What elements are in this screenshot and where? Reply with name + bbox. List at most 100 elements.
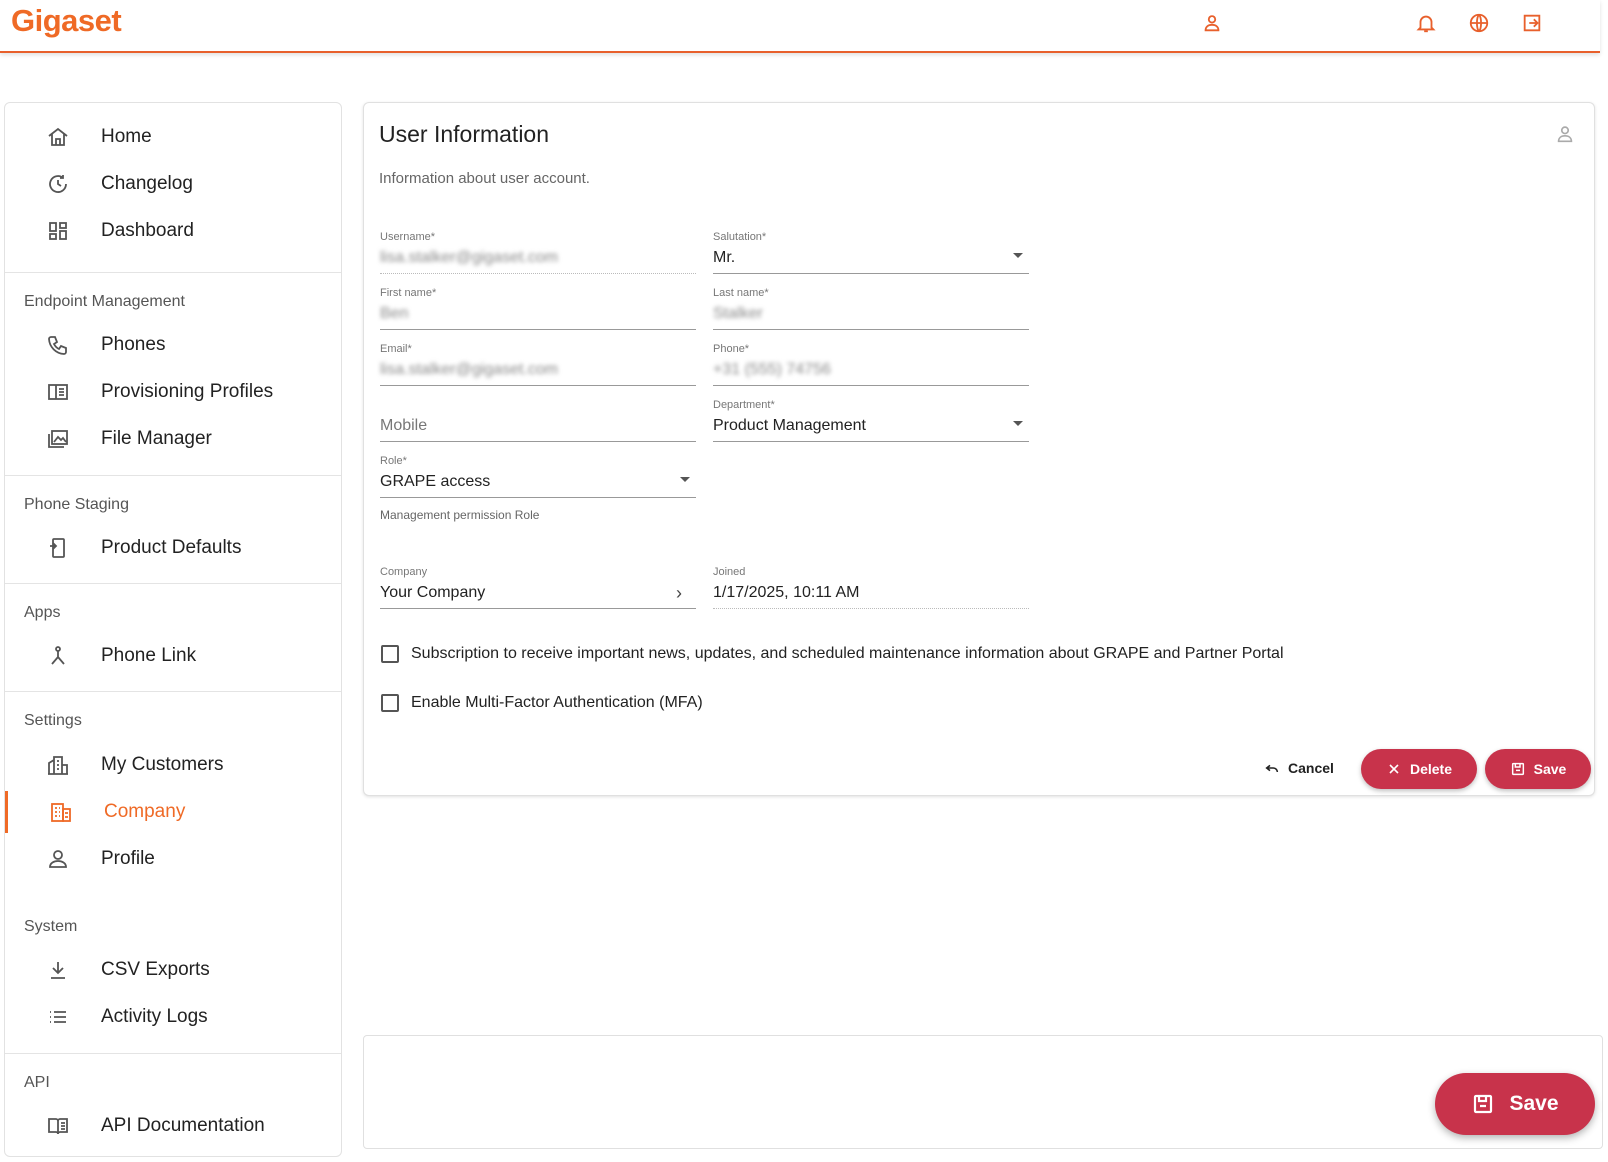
sidebar-divider xyxy=(5,583,341,584)
sidebar-item-label: My Customers xyxy=(101,754,224,775)
field-underline xyxy=(713,385,1029,386)
sidebar-item-label: Home xyxy=(101,126,152,147)
last-name-label: Last name* xyxy=(713,287,769,299)
section-title-phone-staging: Phone Staging xyxy=(24,496,129,513)
first-name-field[interactable]: First name* Ben xyxy=(380,287,696,341)
floating-save-button[interactable]: Save xyxy=(1435,1073,1595,1135)
username-field[interactable]: Username* lisa.stalker@gigaset.com xyxy=(380,231,696,285)
delete-button[interactable]: Delete xyxy=(1361,749,1477,789)
dropdown-caret-icon xyxy=(1013,421,1023,426)
phone-value: +31 (555) 74756 xyxy=(713,361,831,378)
dropdown-caret-icon xyxy=(680,477,690,482)
sidebar-item-home[interactable]: Home xyxy=(5,116,341,158)
sidebar-item-my-customers[interactable]: My Customers xyxy=(5,744,341,786)
sidebar-item-provisioning-profiles[interactable]: Provisioning Profiles xyxy=(5,371,341,413)
mobile-placeholder: Mobile xyxy=(380,417,428,434)
salutation-label: Salutation* xyxy=(713,231,767,243)
sidebar-divider xyxy=(5,475,341,476)
sidebar-item-csv-exports[interactable]: CSV Exports xyxy=(5,949,341,991)
sidebar-item-activity-logs[interactable]: Activity Logs xyxy=(5,996,341,1038)
role-select[interactable]: Role* GRAPE access xyxy=(380,455,696,509)
subscription-label: Subscription to receive important news, … xyxy=(411,645,1284,662)
section-title-system: System xyxy=(24,918,78,935)
sidebar-item-dashboard[interactable]: Dashboard xyxy=(5,210,341,252)
bottom-panel xyxy=(363,1035,1603,1149)
card-title: User Information xyxy=(379,121,550,147)
field-underline xyxy=(380,273,696,274)
sidebar-item-label: Changelog xyxy=(101,173,193,194)
section-title-apps: Apps xyxy=(24,604,61,621)
sidebar-item-company[interactable]: Company xyxy=(5,791,341,833)
logout-icon[interactable] xyxy=(1519,10,1545,36)
save-icon xyxy=(1511,762,1524,776)
user-icon xyxy=(1554,123,1576,145)
field-underline xyxy=(713,329,1029,330)
company-icon xyxy=(48,799,74,825)
sidebar-item-api-documentation[interactable]: API Documentation xyxy=(5,1105,341,1147)
department-select[interactable]: Department* Product Management xyxy=(713,399,1029,453)
sidebar-item-phones[interactable]: Phones xyxy=(5,324,341,366)
username-value: lisa.stalker@gigaset.com xyxy=(380,249,559,266)
save-button[interactable]: Save xyxy=(1485,749,1591,789)
card-subtitle: Information about user account. xyxy=(379,170,590,187)
salutation-value: Mr. xyxy=(713,249,736,266)
sidebar-item-label: Product Defaults xyxy=(101,537,242,558)
chevron-right-icon: › xyxy=(676,583,682,603)
user-information-card: User Information Information about user … xyxy=(363,102,1595,796)
field-underline xyxy=(380,497,696,498)
department-value: Product Management xyxy=(713,417,866,434)
sidebar-item-profile[interactable]: Profile xyxy=(5,838,341,880)
sidebar-item-changelog[interactable]: Changelog xyxy=(5,163,341,205)
sidebar-item-label: Profile xyxy=(101,848,155,869)
undo-icon xyxy=(1265,764,1279,773)
field-underline xyxy=(713,273,1029,274)
floating-save-label: Save xyxy=(1509,1092,1559,1115)
subscription-checkbox-row[interactable]: Subscription to receive important news, … xyxy=(381,645,1284,663)
sidebar-item-label: API Documentation xyxy=(101,1115,265,1136)
list-icon xyxy=(45,1004,71,1030)
email-field[interactable]: Email* lisa.stalker@gigaset.com xyxy=(380,343,696,397)
cancel-button[interactable]: Cancel xyxy=(1264,760,1334,776)
gigaset-logo[interactable]: Gigaset xyxy=(11,3,122,39)
cancel-label: Cancel xyxy=(1288,760,1334,776)
sidebar-item-file-manager[interactable]: File Manager xyxy=(5,418,341,460)
save-icon xyxy=(1474,1094,1493,1114)
sidebar-item-label: Phone Link xyxy=(101,645,197,666)
field-underline xyxy=(380,441,696,442)
bell-icon[interactable] xyxy=(1413,10,1439,36)
buildings-icon xyxy=(45,752,71,778)
sidebar-divider xyxy=(5,272,341,273)
mfa-label: Enable Multi-Factor Authentication (MFA) xyxy=(411,694,703,711)
first-name-label: First name* xyxy=(380,287,437,299)
mfa-checkbox-row[interactable]: Enable Multi-Factor Authentication (MFA) xyxy=(381,694,703,712)
dropdown-caret-icon xyxy=(1013,253,1023,258)
profile-icon xyxy=(45,846,71,872)
close-icon xyxy=(1389,764,1399,774)
home-icon xyxy=(45,124,71,150)
link-icon xyxy=(45,643,71,669)
section-title-endpoint-management: Endpoint Management xyxy=(24,293,185,310)
delete-label: Delete xyxy=(1409,761,1453,777)
book-icon xyxy=(45,1113,71,1139)
user-icon[interactable] xyxy=(1199,10,1225,36)
phone-label: Phone* xyxy=(713,343,750,355)
subscription-checkbox[interactable] xyxy=(381,645,399,663)
sidebar-item-product-defaults[interactable]: Product Defaults xyxy=(5,527,341,569)
section-title-settings: Settings xyxy=(24,712,82,729)
sidebar-item-phone-link[interactable]: Phone Link xyxy=(5,635,341,677)
globe-icon[interactable] xyxy=(1466,10,1492,36)
sidebar-divider xyxy=(5,1053,341,1054)
mfa-checkbox[interactable] xyxy=(381,694,399,712)
last-name-value: Stalker xyxy=(713,305,763,322)
joined-value: 1/17/2025, 10:11 AM xyxy=(713,584,860,601)
salutation-select[interactable]: Salutation* Mr. xyxy=(713,231,1029,285)
sidebar-divider xyxy=(5,691,341,692)
joined-field: Joined 1/17/2025, 10:11 AM xyxy=(713,566,1029,620)
email-value: lisa.stalker@gigaset.com xyxy=(380,361,559,378)
company-field[interactable]: Company Your Company › xyxy=(380,566,696,620)
section-title-api: API xyxy=(24,1074,50,1091)
sidebar-item-label: File Manager xyxy=(101,428,212,449)
mobile-field[interactable]: Mobile xyxy=(380,399,696,453)
phone-field[interactable]: Phone* +31 (555) 74756 xyxy=(713,343,1029,397)
last-name-field[interactable]: Last name* Stalker xyxy=(713,287,1029,341)
